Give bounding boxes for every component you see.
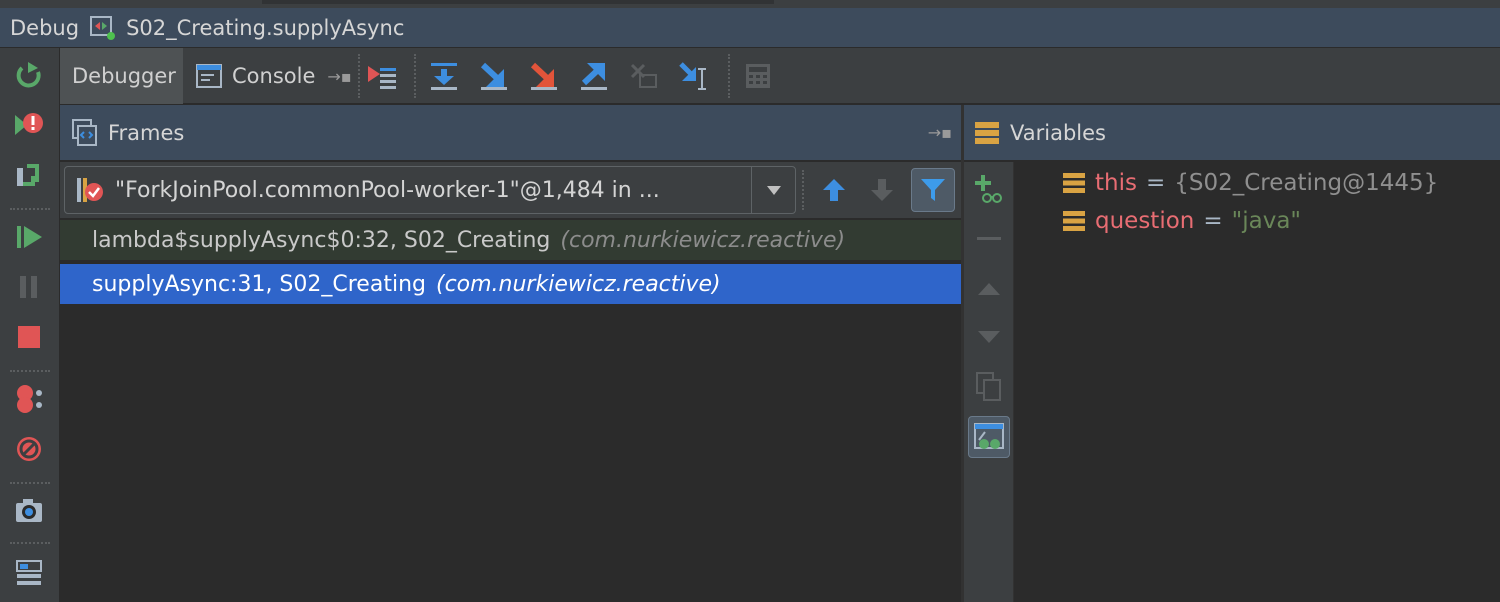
show-execution-point-icon[interactable]	[362, 56, 402, 96]
restart-exception-icon[interactable]	[10, 106, 48, 144]
pin-tab-icon[interactable]: →▪	[327, 67, 351, 86]
variable-equals: =	[1203, 208, 1223, 234]
step-out-icon[interactable]	[574, 56, 614, 96]
tab-console[interactable]: Console →▪	[196, 48, 356, 104]
variables-title: Variables	[1010, 120, 1106, 145]
variables-panel-header: Variables	[964, 105, 1500, 161]
variable-row[interactable]: this = {S02_Creating@1445}	[1063, 165, 1438, 201]
toolbar-separator	[10, 370, 50, 372]
show-watches-icon[interactable]	[968, 416, 1010, 458]
thread-selector-bar: "ForkJoinPool.commonPool-worker-1"@1,484…	[60, 162, 961, 218]
step-over-icon[interactable]	[424, 56, 464, 96]
field-icon	[1063, 210, 1085, 232]
variable-equals: =	[1145, 170, 1166, 196]
layout-icon[interactable]	[10, 554, 48, 592]
run-config-icon	[89, 15, 117, 41]
variable-name: question	[1095, 208, 1195, 234]
move-down-icon[interactable]	[968, 316, 1010, 358]
frames-panel: "ForkJoinPool.commonPool-worker-1"@1,484…	[60, 162, 961, 602]
mute-breakpoints-icon[interactable]	[10, 430, 48, 468]
frame-row-selected[interactable]: supplyAsync:31, S02_Creating (com.nurkie…	[60, 264, 961, 304]
run-config-name: S02_Creating.supplyAsync	[126, 15, 405, 40]
toolbar-separator	[728, 54, 730, 98]
variables-panel: this = {S02_Creating@1445} question = "j…	[1015, 162, 1500, 602]
variables-icon	[974, 120, 1000, 146]
frame-package: (com.nurkiewicz.reactive)	[560, 227, 846, 253]
frames-panel-header: Frames →▪	[60, 105, 962, 161]
thread-name: "ForkJoinPool.commonPool-worker-1"@1,484…	[115, 177, 660, 203]
move-up-icon[interactable]	[968, 268, 1010, 310]
remove-watch-icon[interactable]	[968, 218, 1010, 260]
field-icon	[1063, 172, 1085, 194]
previous-frame-icon[interactable]	[812, 168, 856, 212]
console-icon	[196, 64, 222, 88]
frames-icon	[72, 118, 98, 147]
view-breakpoints-icon[interactable]	[10, 380, 48, 418]
frame-name: lambda$supplyAsync$0:32, S02_Creating	[92, 227, 551, 253]
frames-title: Frames	[108, 120, 185, 145]
new-watch-icon[interactable]	[968, 168, 1010, 210]
debug-left-toolbar	[0, 48, 60, 602]
evaluate-expression-icon[interactable]	[738, 56, 778, 96]
resume-icon[interactable]	[10, 218, 48, 256]
pin-panel-icon[interactable]: →▪	[928, 123, 952, 142]
variable-value: "java"	[1231, 208, 1302, 234]
run-to-cursor-icon[interactable]	[674, 56, 714, 96]
toolbar-separator	[10, 542, 50, 544]
debug-toolbar: Debugger Console →▪	[60, 48, 1500, 104]
thread-combobox[interactable]: "ForkJoinPool.commonPool-worker-1"@1,484…	[64, 166, 796, 214]
variable-value: {S02_Creating@1445}	[1174, 170, 1439, 196]
tab-debugger[interactable]: Debugger	[60, 48, 183, 104]
pause-icon[interactable]	[10, 268, 48, 306]
toolbar-separator	[802, 170, 804, 210]
toolbar-separator	[358, 54, 360, 98]
tab-console-label: Console	[232, 64, 316, 88]
variable-row[interactable]: question = "java"	[1063, 203, 1301, 239]
camera-icon[interactable]	[10, 492, 48, 530]
next-frame-icon[interactable]	[860, 168, 904, 212]
toolbar-separator	[414, 54, 416, 98]
debug-label: Debug	[10, 15, 80, 40]
stop-icon[interactable]	[10, 318, 48, 356]
force-step-into-icon[interactable]	[524, 56, 564, 96]
editor-tab-remnant	[262, 0, 774, 4]
step-into-icon[interactable]	[474, 56, 514, 96]
toolbar-separator	[10, 482, 50, 484]
debug-title-bar: Debug S02_Creating.supplyAsync	[0, 8, 1500, 48]
editor-tab-strip	[0, 0, 1500, 8]
frame-name: supplyAsync:31, S02_Creating	[92, 271, 426, 297]
variable-name: this	[1095, 170, 1137, 196]
chevron-down-icon[interactable]	[751, 167, 795, 213]
variables-toolbar	[964, 162, 1014, 602]
drop-frame-icon[interactable]	[624, 56, 664, 96]
tab-debugger-label: Debugger	[72, 64, 176, 88]
copy-icon[interactable]	[968, 366, 1010, 408]
toolbar-separator	[10, 208, 50, 210]
filter-frames-icon[interactable]	[911, 168, 955, 212]
rerun-icon[interactable]	[10, 56, 48, 94]
thread-suspended-icon	[75, 175, 105, 205]
frame-package: (com.nurkiewicz.reactive)	[435, 271, 721, 297]
update-app-icon[interactable]	[10, 156, 48, 194]
frame-row[interactable]: lambda$supplyAsync$0:32, S02_Creating (c…	[60, 220, 961, 260]
